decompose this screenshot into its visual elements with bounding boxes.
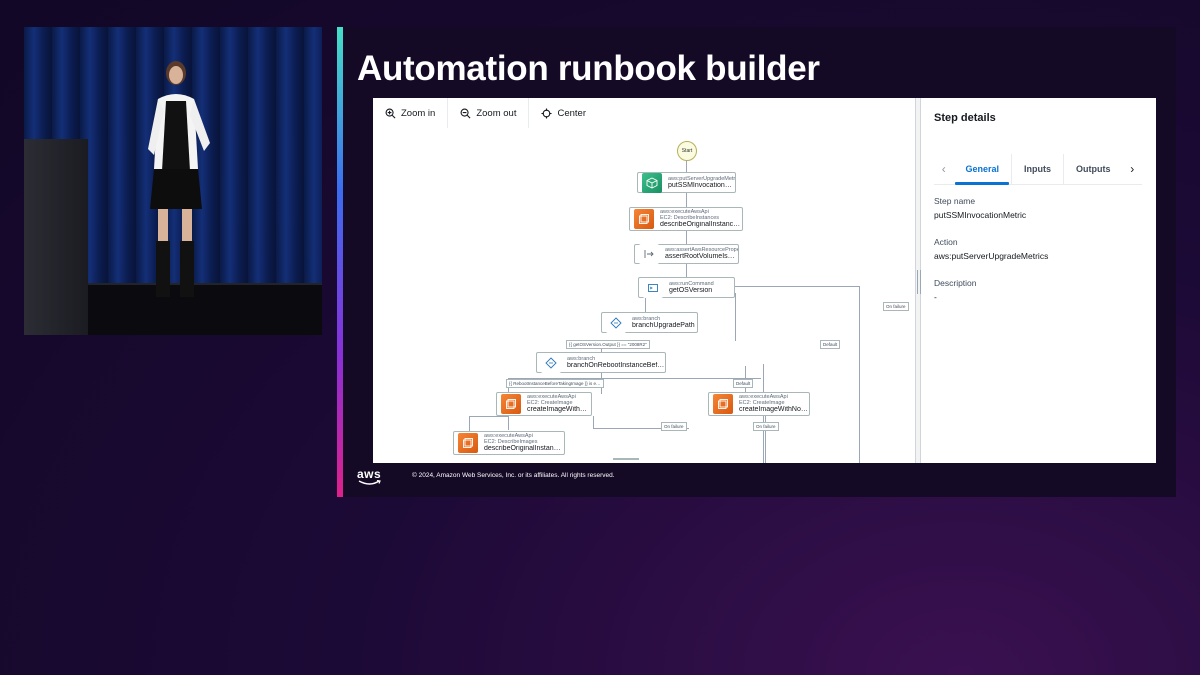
step-name: assertRootVolumeIsEbs xyxy=(665,253,738,261)
podium xyxy=(24,139,88,335)
edge xyxy=(686,264,687,277)
description-label: Description xyxy=(934,278,977,288)
action-value: aws:putServerUpgradeMetrics xyxy=(934,251,1049,261)
step-name: describeOriginalInstanceImage xyxy=(484,445,564,453)
edge-label: Default xyxy=(820,340,841,349)
edge xyxy=(645,298,646,312)
edge xyxy=(859,286,860,463)
edge xyxy=(508,416,509,430)
tab-outputs[interactable]: Outputs xyxy=(1063,154,1123,184)
chevron-left-icon[interactable]: ‹ xyxy=(934,162,953,176)
zoom-in-icon xyxy=(385,108,396,118)
step-node-branchonrebootinstance[interactable]: aws:branchbranchOnRebootInstanceBeforeTa… xyxy=(536,352,666,373)
edge-label: On failure xyxy=(753,422,779,431)
zoom-out-button[interactable]: Zoom out xyxy=(447,98,528,128)
cube-icon xyxy=(642,172,662,193)
zoom-in-label: Zoom in xyxy=(401,107,436,119)
panel-title: Step details xyxy=(934,112,996,124)
ec2-api-icon xyxy=(458,433,478,453)
aws-smile-icon xyxy=(358,480,381,485)
edge xyxy=(593,416,594,428)
zoom-out-label: Zoom out xyxy=(476,107,517,119)
ec2-api-icon xyxy=(501,394,521,414)
edge-label xyxy=(613,458,639,460)
step-name: branchUpgradePath xyxy=(632,321,695,329)
presentation-slide: Automation runbook builder Start aws:put… xyxy=(337,27,1176,497)
description-value: - xyxy=(934,292,937,302)
edge-label: On failure xyxy=(883,302,909,311)
edge xyxy=(469,416,509,417)
edge xyxy=(686,231,687,244)
tab-general[interactable]: General xyxy=(953,154,1011,185)
zoom-out-icon xyxy=(460,108,471,118)
edge-label: Default xyxy=(733,379,754,388)
ec2-api-icon xyxy=(713,394,733,414)
copyright-text: © 2024, Amazon Web Services, Inc. or its… xyxy=(412,472,615,479)
edge-label: On failure xyxy=(661,422,687,431)
aws-logo: aws xyxy=(357,467,382,481)
branch-icon xyxy=(606,312,626,333)
edge xyxy=(733,286,859,287)
step-node-createimagewithreboot[interactable]: aws:executeAwsApi EC2: CreateImage createI… xyxy=(496,392,592,416)
center-label: Center xyxy=(557,107,586,119)
accent-bar xyxy=(337,27,343,497)
center-icon xyxy=(541,107,553,119)
run-command-icon xyxy=(643,277,663,298)
presenter xyxy=(148,61,210,297)
start-node[interactable]: Start xyxy=(677,141,697,161)
zoom-in-button[interactable]: Zoom in xyxy=(373,98,447,128)
ec2-api-icon xyxy=(634,209,654,229)
runbook-builder-console: Start aws:putServerUpgradeMetrics putSSMI… xyxy=(373,98,1156,463)
edge xyxy=(686,193,687,207)
step-name: describeOriginalInstanceDetails xyxy=(660,221,742,229)
action-label: Action xyxy=(934,237,958,247)
edge-label: {{ RebootInstanceBeforeTakingImage }} is… xyxy=(506,379,604,388)
step-node-createimagewithnoreboot[interactable]: aws:executeAwsApi EC2: CreateImage createI… xyxy=(708,392,810,416)
workflow-graph: Start aws:putServerUpgradeMetrics putSSMI… xyxy=(373,98,915,463)
step-node-assertrootvolumeisebs[interactable]: aws:assertAwsResourceProperty assertRootV… xyxy=(634,244,739,264)
chevron-right-icon[interactable]: › xyxy=(1123,162,1142,176)
edge-label: {{ getOSVersion.Output }} == "2008R2" xyxy=(566,340,650,349)
step-name-value: putSSMInvocationMetric xyxy=(934,210,1027,220)
step-node-describeoriginalinstanceimage[interactable]: aws:executeAwsApi EC2: DescribeImages desc… xyxy=(453,431,565,455)
step-node-getosversion[interactable]: aws:runCommand getOSVersion xyxy=(638,277,735,298)
workflow-canvas[interactable]: Start aws:putServerUpgradeMetrics putSSMI… xyxy=(373,98,915,463)
step-name: putSSMInvocationMetric xyxy=(668,181,735,189)
step-name: branchOnRebootInstanceBeforeTakin… xyxy=(567,361,665,369)
speaker-video xyxy=(24,27,322,335)
edge xyxy=(469,416,470,431)
step-name: createImageWithReboot xyxy=(527,406,591,414)
step-name-label: Step name xyxy=(934,196,976,206)
center-button[interactable]: Center xyxy=(528,98,598,128)
step-name: getOSVersion xyxy=(669,286,713,294)
step-details-panel: Step details ‹ General Inputs Outputs › … xyxy=(921,98,1156,463)
assert-arrow-icon xyxy=(639,244,659,264)
details-tabs: ‹ General Inputs Outputs › xyxy=(934,154,1142,185)
tab-inputs[interactable]: Inputs xyxy=(1011,154,1063,184)
step-name: createImageWithNoReboot xyxy=(739,406,809,414)
step-node-branchupgradepath[interactable]: aws:branch branchUpgradePath xyxy=(601,312,698,333)
branch-icon xyxy=(541,352,561,373)
step-node-describeoriginalinstancedetails[interactable]: aws:executeAwsApi EC2: DescribeInstances d… xyxy=(629,207,743,231)
canvas-toolbar: Zoom in Zoom out Center xyxy=(373,98,598,128)
slide-title: Automation runbook builder xyxy=(357,49,820,88)
edge xyxy=(735,293,736,341)
step-node-putssminvocationmetric[interactable]: aws:putServerUpgradeMetrics putSSMInvocat… xyxy=(637,172,736,193)
